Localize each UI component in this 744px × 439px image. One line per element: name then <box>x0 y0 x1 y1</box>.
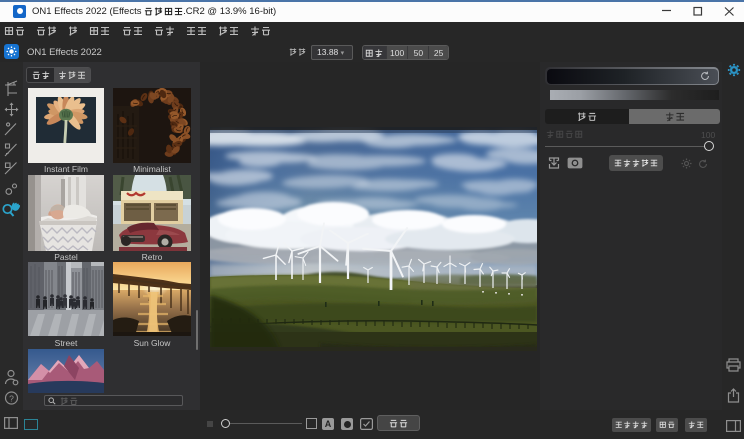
svg-text:?: ? <box>9 394 14 404</box>
